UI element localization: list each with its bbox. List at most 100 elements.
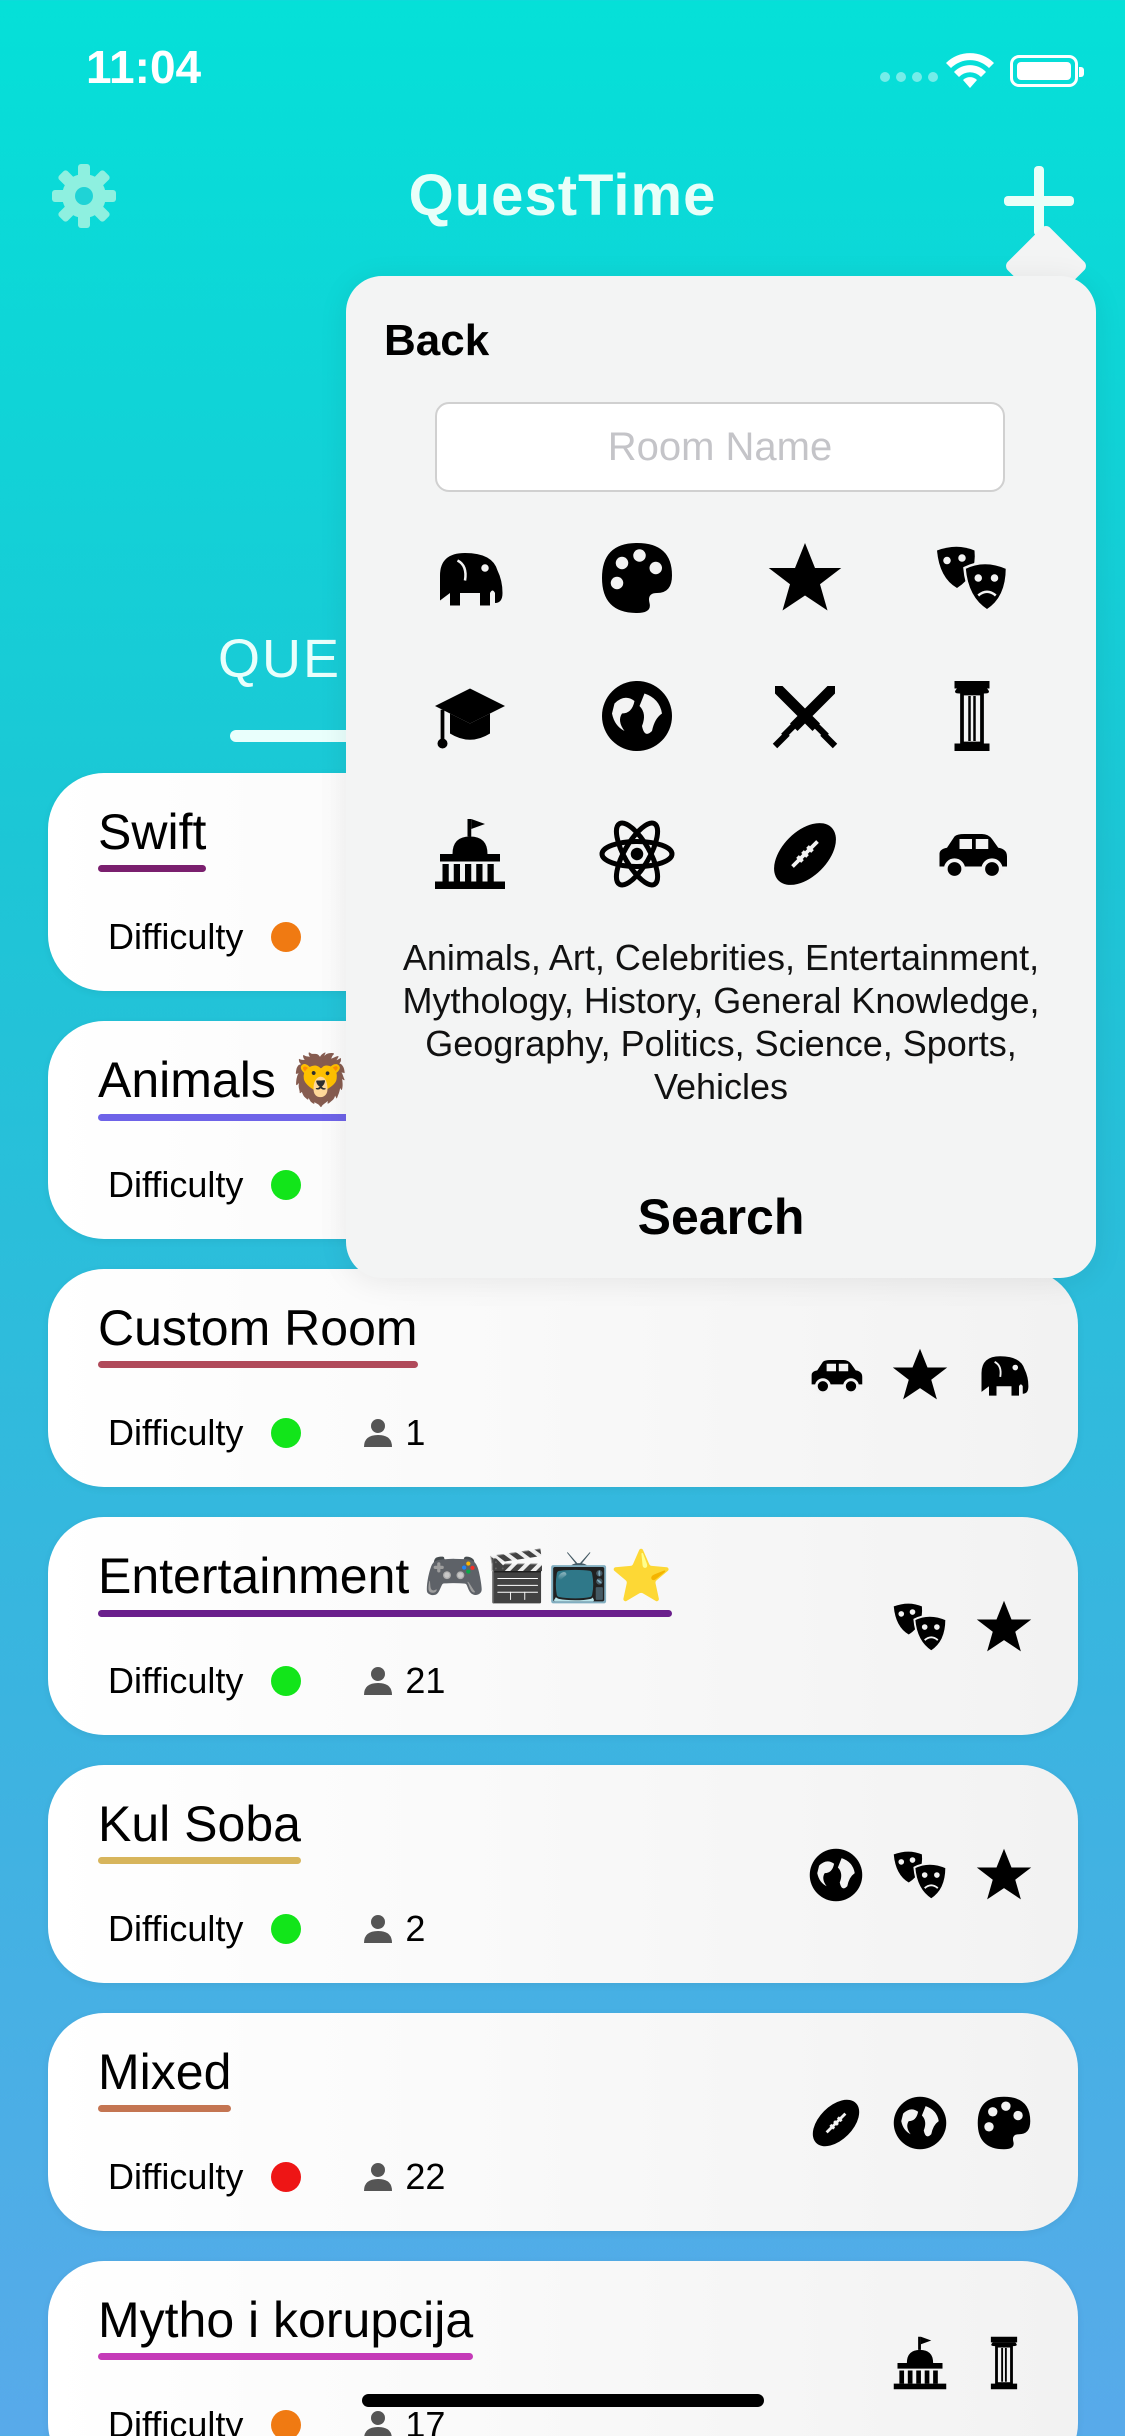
car-icon [811,1360,863,1395]
difficulty-label: Difficulty [108,2156,244,2197]
room-category-icons [806,2093,1034,2153]
player-count: 21 [363,1660,445,1702]
person-icon [364,1419,393,1447]
tab-quest-label[interactable]: QUE [218,628,341,690]
car-icon [939,834,1008,880]
room-name: Entertainment 🎮🎬📺⭐ [98,1547,673,1617]
room-name: Swift [98,803,207,872]
add-room-icon[interactable] [1004,166,1074,236]
category-art[interactable] [554,538,722,618]
difficulty-dot [271,1170,302,1200]
category-animals[interactable] [386,538,554,618]
room-name: Custom Room [98,1299,418,1368]
difficulty-row: Difficulty 21 [108,1660,445,1702]
player-count: 1 [363,1412,425,1454]
room-category-icons [806,1845,1034,1905]
globe-icon [602,681,673,751]
room-category-icons [890,1597,1034,1657]
difficulty-label: Difficulty [108,2404,244,2436]
column-icon [954,681,990,751]
palette-icon [602,543,673,613]
room-card-entertainment[interactable]: Entertainment 🎮🎬📺⭐ Difficulty 21 [48,1517,1078,1735]
category-geography[interactable] [554,676,722,756]
globe-icon [809,1848,863,1902]
star-icon [892,1348,948,1400]
masks-icon [893,1851,948,1901]
difficulty-row: Difficulty 17 [108,2404,445,2436]
difficulty-row: Difficulty 22 [108,2156,445,2198]
home-indicator[interactable] [362,2394,764,2407]
masks-icon [937,546,1009,612]
difficulty-dot [271,2162,302,2192]
category-entertainment[interactable] [889,538,1057,618]
search-button[interactable]: Search [346,1188,1096,1246]
palette-icon [977,2096,1031,2150]
room-underline [98,1857,301,1864]
difficulty-row: Difficulty 1 [108,1412,425,1454]
elephant-icon [439,553,503,606]
masks-icon [893,1603,948,1653]
room-category-icons [890,2333,1034,2393]
difficulty-dot [271,1914,302,1944]
swords-icon [772,686,837,749]
room-name: Mytho i korupcija [98,2291,474,2360]
difficulty-label: Difficulty [108,916,244,957]
difficulty-row: Difficulty 2 [108,1908,425,1950]
room-name: Mixed [98,2043,232,2112]
category-mythology[interactable] [889,676,1057,756]
person-icon [364,1667,393,1695]
category-history[interactable] [721,676,889,756]
elephant-icon [981,1356,1029,1396]
difficulty-dot [271,1666,302,1696]
globe-icon [893,2096,947,2150]
person-icon [364,2163,393,2191]
room-name-input[interactable] [435,402,1005,492]
column-icon [990,2336,1018,2390]
category-science[interactable] [554,814,722,894]
status-time: 11:04 [86,41,202,93]
difficulty-label: Difficulty [108,1660,244,1701]
capitol-icon [434,819,505,889]
star-icon [976,1848,1032,1900]
difficulty-dot [271,2410,302,2436]
room-category-icons [806,1345,1034,1405]
room-underline [98,2105,232,2112]
category-sports[interactable] [721,814,889,894]
battery-icon [1010,55,1084,87]
categories-description: Animals, Art, Celebrities, Entertainment… [402,937,1040,1107]
category-celebrities[interactable] [721,538,889,618]
create-room-popover: Back Room Name Animals, Art, Celebrities… [346,276,1096,1278]
difficulty-row: Difficulty [108,916,302,958]
difficulty-dot [271,922,302,952]
room-card-custom-room[interactable]: Custom Room Difficulty 1 [48,1269,1078,1487]
room-underline [98,2353,474,2360]
graduation-cap-icon [434,688,505,749]
room-card-mixed[interactable]: Mixed Difficulty 22 [48,2013,1078,2231]
room-card-mytho-i-korupcija[interactable]: Mytho i korupcija Difficulty 17 [48,2261,1078,2436]
cellular-signal-icon [880,72,938,84]
room-underline [98,865,207,872]
player-count: 22 [363,2156,445,2198]
app-title: QuestTime [408,163,717,228]
wifi-icon [946,53,994,88]
difficulty-label: Difficulty [108,1908,244,1949]
football-icon [812,2099,860,2147]
room-underline [98,1610,673,1617]
back-button[interactable]: Back [384,316,489,366]
category-vehicles[interactable] [889,814,1057,894]
capitol-icon [893,2336,947,2390]
person-icon [364,1915,393,1943]
player-count: 2 [363,1908,425,1950]
difficulty-label: Difficulty [108,1164,244,1205]
player-count: 17 [363,2404,445,2436]
difficulty-row: Difficulty [108,1164,302,1206]
difficulty-dot [271,1418,302,1448]
star-icon [768,543,841,611]
room-card-kul-soba[interactable]: Kul Soba Difficulty 2 [48,1765,1078,1983]
atom-icon [599,820,675,888]
room-name: Animals 🦁 [98,1051,352,1121]
category-politics[interactable] [386,814,554,894]
person-icon [364,2411,393,2436]
category-general-knowledge[interactable] [386,676,554,756]
category-icon-grid [386,538,1056,894]
